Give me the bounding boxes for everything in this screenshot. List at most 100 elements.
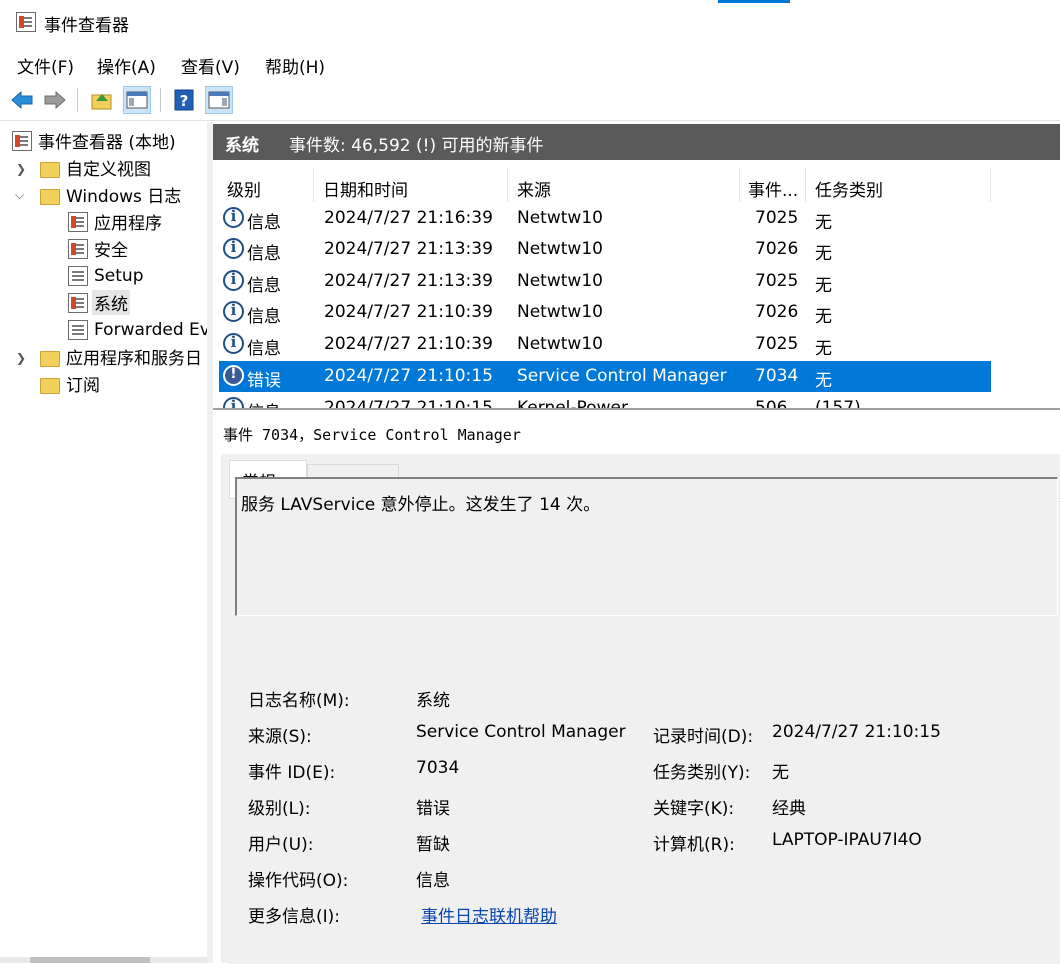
tree-item-setup[interactable]: Setup	[68, 262, 143, 289]
log-name: 系统	[225, 136, 259, 156]
info-icon	[223, 333, 244, 354]
column-separator[interactable]	[805, 168, 806, 202]
help-button[interactable]: ?	[170, 86, 198, 114]
column-header-source[interactable]: 来源	[517, 176, 551, 201]
tree-item-security[interactable]: 安全	[68, 235, 128, 262]
value-logged: 2024/7/27 21:10:15	[772, 722, 941, 742]
console-tree: 事件查看器 (本地) ❯ 自定义视图 ⌵ Windows 日志 应用程序 安全 …	[0, 122, 208, 963]
event-count: 事件数: 46,592 (!) 可用的新事件	[289, 136, 544, 156]
event-row[interactable]: 信息 2024/7/27 21:16:39 Netwtw10 7025 无	[219, 203, 991, 234]
menu-action[interactable]: 操作(A)	[97, 53, 156, 78]
up-one-level-button[interactable]	[88, 86, 116, 114]
menu-file[interactable]: 文件(F)	[17, 53, 74, 78]
back-button[interactable]	[8, 86, 36, 114]
value-source: Service Control Manager	[416, 722, 626, 742]
help-icon: ?	[174, 89, 194, 111]
tree-item-windows-logs[interactable]: Windows 日志	[40, 181, 181, 208]
tree-item-app-service-logs[interactable]: 应用程序和服务日	[40, 343, 202, 370]
show-hide-action-pane-icon	[208, 91, 230, 109]
label-level: 级别(L):	[248, 799, 311, 819]
value-event-id: 7034	[416, 758, 460, 778]
tree-root-event-viewer[interactable]: 事件查看器 (本地)	[12, 127, 176, 154]
toolbar-separator	[77, 88, 78, 112]
label-logged: 记录时间(D):	[653, 727, 754, 747]
value-level: 错误	[416, 799, 450, 819]
label-user: 用户(U):	[248, 835, 314, 855]
back-arrow-icon	[11, 90, 33, 110]
collapse-arrow-icon[interactable]: ⌵	[15, 188, 24, 203]
expand-arrow-icon[interactable]: ❯	[16, 162, 26, 176]
log-header: 系统 事件数: 46,592 (!) 可用的新事件	[213, 124, 1060, 160]
column-separator[interactable]	[313, 168, 314, 202]
svg-text:?: ?	[180, 92, 189, 110]
label-opcode: 操作代码(O):	[248, 871, 349, 891]
menu-view[interactable]: 查看(V)	[181, 53, 240, 78]
show-hide-action-pane-button[interactable]	[205, 86, 233, 114]
column-separator[interactable]	[990, 168, 991, 202]
label-computer: 计算机(R):	[653, 835, 735, 855]
subscriptions-icon	[40, 377, 60, 394]
title-accent-bar	[718, 0, 790, 3]
scrollbar-thumb[interactable]	[30, 957, 150, 963]
menu-bar: 文件(F) 操作(A) 查看(V) 帮助(H)	[0, 46, 1060, 81]
log-icon	[68, 319, 88, 340]
show-hide-console-tree-button[interactable]	[123, 86, 151, 114]
event-row[interactable]: 信息 2024/7/27 21:13:39 Netwtw10 7025 无	[219, 266, 991, 297]
event-row-selected[interactable]: 错误 2024/7/27 21:10:15 Service Control Ma…	[219, 361, 991, 392]
folder-icon	[40, 161, 60, 178]
log-icon	[68, 211, 88, 232]
expand-arrow-icon[interactable]: ❯	[16, 351, 26, 365]
label-event-id: 事件 ID(E):	[248, 763, 336, 783]
event-detail-title: 事件 7034，Service Control Manager	[223, 426, 521, 444]
column-header-event-id[interactable]: 事件...	[748, 176, 798, 201]
event-row[interactable]: 信息 2024/7/27 21:13:39 Netwtw10 7026 无	[219, 234, 991, 265]
toolbar: ?	[0, 80, 1060, 121]
column-header-task-category[interactable]: 任务类别	[815, 176, 883, 201]
label-source: 来源(S):	[248, 727, 312, 747]
forward-button[interactable]	[41, 86, 69, 114]
folder-icon	[40, 350, 60, 367]
event-viewer-icon	[12, 130, 32, 151]
event-message-box[interactable]: 服务 LAVService 意外停止。这发生了 14 次。	[235, 477, 1058, 616]
window-title: 事件查看器	[44, 16, 129, 36]
column-header-datetime[interactable]: 日期和时间	[323, 176, 408, 201]
tree-item-system[interactable]: 系统	[68, 289, 130, 316]
event-message: 服务 LAVService 意外停止。这发生了 14 次。	[241, 495, 601, 515]
tree-item-forwarded-events[interactable]: Forwarded Ev	[68, 316, 207, 343]
log-icon	[68, 265, 88, 286]
column-header-level[interactable]: 级别	[227, 176, 261, 201]
value-user: 暂缺	[416, 835, 450, 855]
column-separator[interactable]	[739, 168, 740, 202]
label-keywords: 关键字(K):	[653, 799, 735, 819]
toolbar-separator	[160, 88, 161, 112]
value-task-category: 无	[772, 763, 789, 783]
event-viewer-app-icon	[16, 12, 36, 32]
value-keywords: 经典	[772, 799, 806, 819]
event-row[interactable]: 信息 2024/7/27 21:10:15 Kernel-Power 506 (…	[219, 393, 991, 408]
value-computer: LAPTOP-IPAU7I4O	[772, 830, 922, 850]
tree-horizontal-scrollbar[interactable]	[0, 957, 207, 963]
tree-item-subscriptions[interactable]: 订阅	[40, 370, 100, 397]
column-separator[interactable]	[507, 168, 508, 202]
tree-item-custom-views[interactable]: 自定义视图	[40, 154, 151, 181]
info-icon	[223, 207, 244, 228]
folder-up-icon	[91, 94, 112, 110]
label-log-name: 日志名称(M):	[248, 691, 350, 711]
show-hide-console-tree-icon	[126, 91, 148, 109]
value-log-name: 系统	[416, 691, 450, 711]
label-more-info: 更多信息(I):	[248, 907, 341, 927]
title-bar: 事件查看器	[0, 0, 1060, 46]
event-row[interactable]: 信息 2024/7/27 21:10:39 Netwtw10 7025 无	[219, 329, 991, 360]
tree-item-application[interactable]: 应用程序	[68, 208, 162, 235]
value-opcode: 信息	[416, 871, 450, 891]
menu-help[interactable]: 帮助(H)	[265, 53, 325, 78]
info-icon	[223, 397, 244, 408]
event-list: 级别 日期和时间 来源 事件... 任务类别 信息 2024/7/27 21:1…	[213, 160, 1060, 410]
error-icon	[223, 365, 244, 386]
log-icon	[68, 238, 88, 259]
forward-arrow-icon	[44, 90, 66, 110]
more-info-link[interactable]: 事件日志联机帮助	[421, 902, 557, 927]
log-icon	[68, 292, 88, 313]
info-icon	[223, 301, 244, 322]
event-row[interactable]: 信息 2024/7/27 21:10:39 Netwtw10 7026 无	[219, 297, 991, 328]
